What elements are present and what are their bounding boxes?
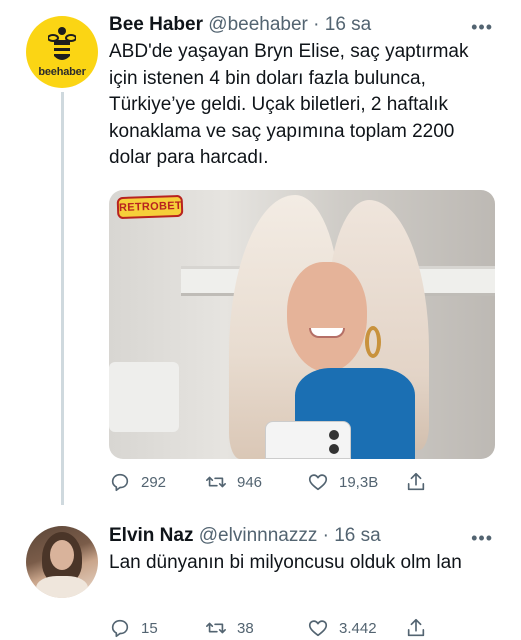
- avatar-beehaber[interactable]: beehaber: [26, 16, 98, 88]
- tweet-actions: 292 946 19,3B: [109, 469, 449, 495]
- share-icon: [407, 472, 425, 491]
- display-name[interactable]: Elvin Naz: [109, 525, 193, 546]
- retweet-icon: [206, 476, 226, 488]
- like-button[interactable]: 19,3B: [307, 469, 378, 495]
- display-name[interactable]: Bee Haber: [109, 14, 203, 35]
- user-handle[interactable]: @elvinnnazzz: [199, 525, 318, 546]
- photo-sink: [109, 362, 179, 432]
- share-button[interactable]: [405, 615, 437, 640]
- tweet-media-image[interactable]: RETROBET: [109, 190, 495, 459]
- user-handle[interactable]: @beehaber: [208, 14, 308, 35]
- retweet-count: 946: [237, 473, 263, 491]
- tweet-header: Elvin Naz @elvinnnazzz · 16 sa: [109, 523, 381, 549]
- more-horizontal-icon[interactable]: •••: [471, 529, 493, 547]
- like-count: 19,3B: [339, 473, 379, 491]
- share-icon: [407, 618, 425, 637]
- reply-count: 15: [141, 619, 158, 637]
- timestamp[interactable]: 16 sa: [334, 525, 380, 546]
- like-button[interactable]: 3.442: [307, 615, 377, 640]
- tweet-beehaber[interactable]: beehaber Bee Haber @beehaber · 16 sa •••…: [0, 0, 521, 505]
- avatar-face: [50, 540, 74, 570]
- separator-dot: ·: [313, 14, 320, 35]
- photo-smile: [309, 328, 345, 338]
- share-button[interactable]: [405, 469, 437, 495]
- media-watermark-logo: RETROBET: [116, 194, 184, 220]
- retweet-icon: [206, 622, 226, 634]
- tweet-actions: 15 38 3.442: [109, 615, 449, 640]
- reply-icon: [111, 473, 129, 492]
- retweet-button[interactable]: 946: [205, 469, 262, 495]
- heart-icon: [308, 474, 328, 491]
- avatar-body: [36, 576, 88, 598]
- tweet-text: ABD'de yaşayan Bryn Elise, saç yaptırmak…: [109, 41, 469, 168]
- avatar-brand-text: beehaber: [38, 66, 86, 78]
- separator-dot: ·: [322, 525, 329, 546]
- tweet-header: Bee Haber @beehaber · 16 sa: [109, 12, 371, 38]
- tweet-text: Lan dünyanın bi milyoncusu olduk olm lan: [109, 552, 462, 573]
- bee-logo-icon: [48, 27, 76, 60]
- like-count: 3.442: [339, 619, 377, 637]
- heart-icon: [308, 620, 328, 637]
- photo-phone-camera: [329, 430, 339, 440]
- photo-phone: [265, 421, 351, 459]
- reply-button[interactable]: 292: [109, 469, 166, 495]
- tweet-elvinnaz[interactable]: Elvin Naz @elvinnnazzz · 16 sa ••• Lan d…: [0, 505, 521, 640]
- reply-button[interactable]: 15: [109, 615, 158, 640]
- reply-icon: [111, 619, 129, 638]
- timestamp[interactable]: 16 sa: [325, 14, 371, 35]
- photo-earring: [365, 326, 381, 358]
- retweet-button[interactable]: 38: [205, 615, 254, 640]
- reply-count: 292: [141, 473, 167, 491]
- retweet-count: 38: [237, 619, 254, 637]
- photo-face: [287, 262, 367, 372]
- more-horizontal-icon[interactable]: •••: [471, 18, 493, 36]
- avatar-elvinnaz[interactable]: [26, 526, 98, 598]
- photo-phone-camera-2: [329, 444, 339, 454]
